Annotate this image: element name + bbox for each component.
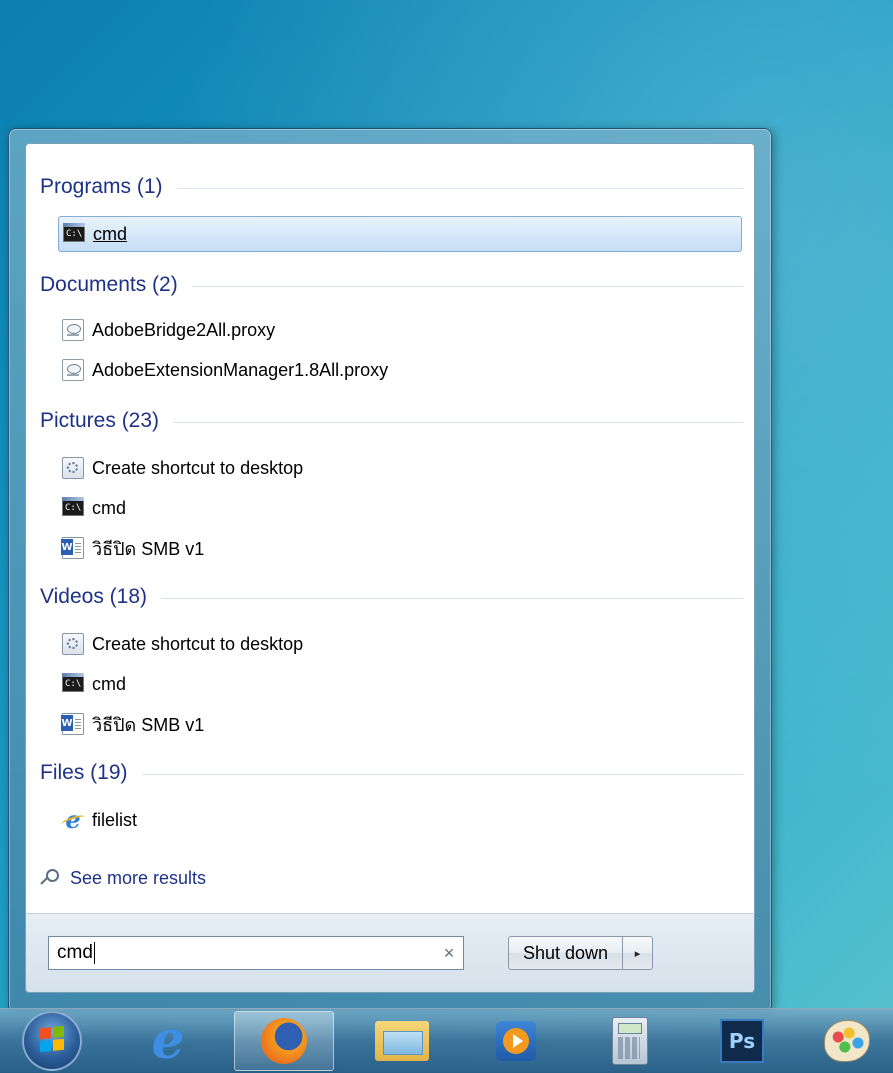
shut-down-button[interactable]: Shut down xyxy=(508,936,624,970)
ie-document-icon: e xyxy=(62,808,84,832)
result-label: cmd xyxy=(92,497,127,518)
cmd-icon: C:\ xyxy=(62,673,84,692)
result-item-adobeextensionmanager[interactable]: AdobeExtensionManager1.8All.proxy xyxy=(58,352,742,388)
result-label: AdobeExtensionManager1.8All.proxy xyxy=(92,359,389,380)
paint-icon xyxy=(823,1020,870,1062)
start-orb[interactable] xyxy=(22,1011,82,1071)
group-title: Programs (1) xyxy=(40,175,163,198)
cmd-icon: C:\ xyxy=(63,223,85,242)
firefox-icon xyxy=(261,1018,307,1064)
group-title: Files (19) xyxy=(40,761,128,784)
start-menu-footer: cmd × Shut down ▸ xyxy=(25,913,755,993)
group-title: Pictures (23) xyxy=(40,409,160,432)
group-title: Documents (2) xyxy=(40,273,178,296)
media-player-icon xyxy=(496,1021,536,1061)
group-header-files[interactable]: Files (19) xyxy=(40,758,744,788)
group-header-pictures[interactable]: Pictures (23) xyxy=(40,406,744,436)
shortcut-icon xyxy=(62,633,84,655)
photoshop-icon: Ps xyxy=(720,1019,764,1063)
result-label: วิธีปิด SMB v1 xyxy=(92,714,205,735)
result-label: Create shortcut to desktop xyxy=(92,633,304,654)
taskbar-calculator[interactable] xyxy=(580,1011,680,1071)
group-header-programs[interactable]: Programs (1) xyxy=(40,172,744,202)
word-doc-icon xyxy=(61,713,84,735)
result-item-cmd-program[interactable]: C:\ cmd xyxy=(58,216,742,252)
result-label: Create shortcut to desktop xyxy=(92,457,304,478)
result-item-create-shortcut[interactable]: Create shortcut to desktop xyxy=(58,450,742,486)
result-item-cmd[interactable]: C:\ cmd xyxy=(58,666,742,702)
search-query-text: cmd xyxy=(57,942,93,963)
group-title: Videos (18) xyxy=(40,585,148,608)
result-label: cmd xyxy=(92,673,127,694)
cmd-icon: C:\ xyxy=(62,497,84,516)
group-header-videos[interactable]: Videos (18) xyxy=(40,582,744,612)
search-input[interactable]: cmd × xyxy=(48,936,464,970)
taskbar: e Ps xyxy=(0,1008,893,1073)
group-divider xyxy=(176,187,744,189)
result-item-smb-doc[interactable]: วิธีปิด SMB v1 xyxy=(58,530,742,566)
result-item-create-shortcut[interactable]: Create shortcut to desktop xyxy=(58,626,742,662)
result-item-adobebridge[interactable]: AdobeBridge2All.proxy xyxy=(58,312,742,348)
shutdown-group: Shut down ▸ xyxy=(508,936,654,970)
search-icon xyxy=(40,867,62,889)
group-divider xyxy=(191,285,744,287)
clear-search-icon[interactable]: × xyxy=(435,943,463,964)
proxy-file-icon xyxy=(62,319,84,341)
taskbar-file-explorer[interactable] xyxy=(352,1011,452,1071)
proxy-file-icon xyxy=(62,359,84,381)
result-item-smb-doc[interactable]: วิธีปิด SMB v1 xyxy=(58,706,742,742)
result-label: cmd xyxy=(93,223,128,244)
calculator-icon xyxy=(612,1017,648,1065)
start-menu: Programs (1) C:\ cmd Documents (2) Adobe… xyxy=(8,128,772,1010)
windows-logo-icon xyxy=(40,1025,64,1053)
group-divider xyxy=(173,421,744,423)
group-header-documents[interactable]: Documents (2) xyxy=(40,270,744,300)
result-label: วิธีปิด SMB v1 xyxy=(92,538,205,559)
taskbar-photoshop[interactable]: Ps xyxy=(692,1011,792,1071)
search-results-pane: Programs (1) C:\ cmd Documents (2) Adobe… xyxy=(25,143,755,914)
see-more-label: See more results xyxy=(70,867,207,888)
shortcut-icon xyxy=(62,457,84,479)
taskbar-media-player[interactable] xyxy=(466,1011,566,1071)
word-doc-icon xyxy=(61,537,84,559)
taskbar-paint[interactable] xyxy=(800,1011,893,1071)
see-more-results-link[interactable]: See more results xyxy=(40,862,206,894)
result-item-cmd[interactable]: C:\ cmd xyxy=(58,490,742,526)
file-explorer-icon xyxy=(375,1021,429,1061)
internet-explorer-icon: e xyxy=(151,1010,185,1071)
group-divider xyxy=(141,773,744,775)
group-divider xyxy=(161,597,744,599)
text-caret xyxy=(93,942,95,964)
taskbar-internet-explorer[interactable]: e xyxy=(118,1011,218,1071)
result-label: filelist xyxy=(92,809,138,830)
result-label: AdobeBridge2All.proxy xyxy=(92,319,276,340)
shutdown-options-arrow-icon[interactable]: ▸ xyxy=(623,936,654,970)
result-item-filelist[interactable]: e filelist xyxy=(58,802,742,838)
taskbar-firefox[interactable] xyxy=(234,1011,334,1071)
